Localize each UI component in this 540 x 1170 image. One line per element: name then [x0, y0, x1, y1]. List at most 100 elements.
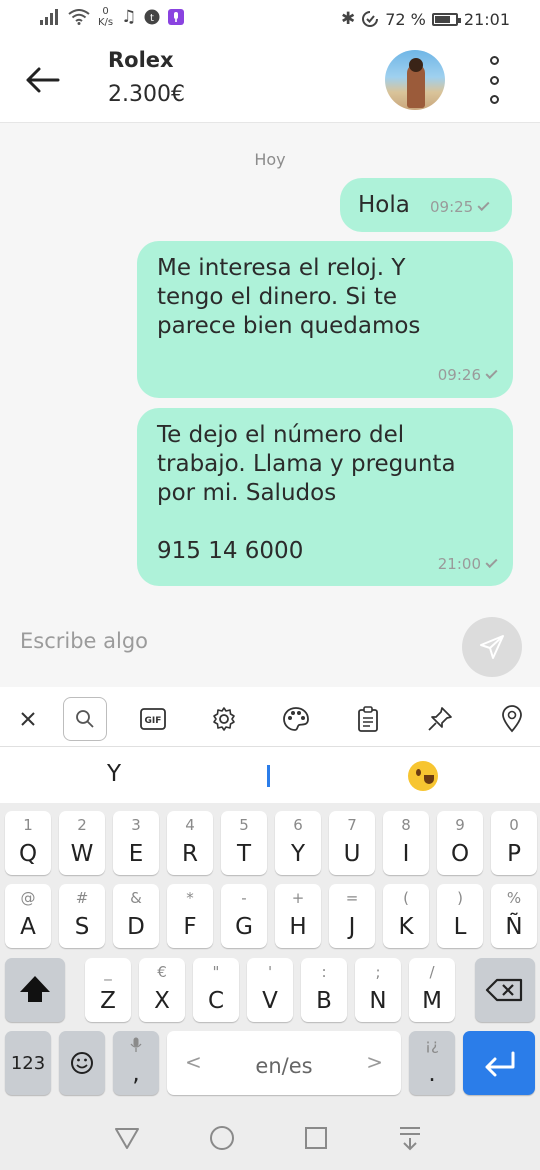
home-circle-icon[interactable] [209, 1125, 235, 1151]
key-secondary-label: ¡¿ [425, 1036, 439, 1054]
key-q[interactable]: 1Q [5, 811, 51, 875]
message-time: 21:00 [437, 555, 481, 573]
key-secondary-label: / [429, 963, 435, 981]
key-secondary-label: @ [20, 889, 36, 907]
suggestion-word[interactable]: Y [107, 761, 121, 787]
key-secondary-label: : [321, 963, 327, 981]
keyboard-search-button[interactable] [63, 697, 107, 741]
shift-key[interactable] [5, 958, 65, 1022]
gif-button[interactable]: GIF [131, 697, 175, 741]
key-b[interactable]: :B [301, 958, 347, 1022]
clipboard-button[interactable] [346, 697, 390, 741]
key-secondary-label: 3 [131, 816, 141, 834]
key-a[interactable]: @ A [5, 884, 51, 948]
microphone-icon [113, 1037, 159, 1057]
key-y[interactable]: 6Y [275, 811, 321, 875]
key-k[interactable]: (K [383, 884, 429, 948]
key-w[interactable]: 2W [59, 811, 105, 875]
key-label: B [316, 988, 332, 1014]
key-label: X [154, 988, 170, 1014]
back-button[interactable] [22, 60, 62, 100]
smiley-icon [71, 1052, 93, 1074]
send-button[interactable] [462, 617, 522, 677]
message-input[interactable] [20, 615, 440, 667]
key-m[interactable]: / M [409, 958, 455, 1022]
key-label: G [235, 914, 253, 940]
suggestion-bar: Y [0, 747, 540, 803]
key-secondary-label: 8 [401, 816, 411, 834]
message-text: Te dejo el número del trabajo. Llama y p… [157, 422, 456, 564]
key-e[interactable]: 3E [113, 811, 159, 875]
key-label: O [450, 841, 470, 867]
key-f[interactable]: * F [167, 884, 213, 948]
network-speed-unit: K/s [98, 17, 114, 28]
backspace-key[interactable] [475, 958, 535, 1022]
key-label: S [74, 914, 90, 940]
key-label: I [402, 841, 410, 867]
key-secondary-label: * [186, 889, 194, 907]
key-r[interactable]: 4R [167, 811, 213, 875]
key-ñ[interactable]: % Ñ [491, 884, 537, 948]
enter-key[interactable] [463, 1031, 535, 1095]
more-options-icon[interactable] [482, 56, 506, 104]
shift-icon [20, 976, 50, 1002]
key-i[interactable]: 8I [383, 811, 429, 875]
message-meta: 21:00 [437, 555, 498, 573]
key-label: D [127, 914, 145, 940]
recents-square-icon[interactable] [304, 1125, 328, 1151]
key-l[interactable]: ) L [437, 884, 483, 948]
key-d[interactable]: & D [113, 884, 159, 948]
location-button[interactable] [490, 697, 534, 741]
key-secondary-label: 5 [239, 816, 249, 834]
key-s[interactable]: # S [59, 884, 105, 948]
key-g[interactable]: -G [221, 884, 267, 948]
wifi-icon [68, 9, 90, 25]
key-label: , [132, 1061, 140, 1087]
key-v[interactable]: ' V [247, 958, 293, 1022]
key-secondary-label: ' [267, 963, 273, 981]
numbers-key[interactable]: 123 [5, 1031, 51, 1095]
close-keyboard-button[interactable] [6, 697, 50, 741]
message-bubble[interactable]: Hola 09:25 [340, 178, 512, 232]
key-label: U [343, 841, 361, 867]
key-t[interactable]: 5T [221, 811, 267, 875]
key-secondary-label: 6 [293, 816, 303, 834]
space-key[interactable]: en/es < > [167, 1031, 401, 1095]
period-key[interactable]: ¡¿. [409, 1031, 455, 1095]
settings-button[interactable] [202, 697, 246, 741]
key-label: N [369, 988, 387, 1014]
pin-button[interactable] [418, 697, 462, 741]
avatar[interactable] [385, 50, 445, 110]
svg-text:t: t [150, 13, 154, 24]
comma-key[interactable]: , [113, 1031, 159, 1095]
message-bubble[interactable]: Te dejo el número del trabajo. Llama y p… [137, 408, 513, 586]
key-o[interactable]: 9O [437, 811, 483, 875]
theme-button[interactable] [274, 697, 318, 741]
search-icon [76, 710, 94, 728]
back-triangle-icon[interactable] [114, 1125, 140, 1151]
key-z[interactable]: _ Z [85, 958, 131, 1022]
network-speed-value: 0 [102, 6, 109, 17]
key-c[interactable]: " C [193, 958, 239, 1022]
key-label: T [236, 841, 252, 867]
key-secondary-label: € [157, 963, 167, 981]
palette-icon [283, 707, 309, 731]
key-u[interactable]: 7U [329, 811, 375, 875]
key-label: P [507, 841, 521, 867]
key-x[interactable]: € X [139, 958, 185, 1022]
key-p[interactable]: 0P [491, 811, 537, 875]
key-j[interactable]: = J [329, 884, 375, 948]
signal-icon [40, 9, 58, 25]
key-h[interactable]: + H [275, 884, 321, 948]
key-label: K [398, 914, 414, 940]
emoji-suggestion-icon[interactable] [408, 761, 438, 791]
key-n[interactable]: ; N [355, 958, 401, 1022]
emoji-key[interactable] [59, 1031, 105, 1095]
message-bubble[interactable]: Me interesa el reloj. Y tengo el dinero.… [137, 241, 513, 398]
enter-icon [485, 1051, 515, 1077]
hide-keyboard-icon[interactable] [398, 1125, 422, 1151]
clock: 21:01 [463, 9, 510, 29]
key-secondary-label: 1 [23, 816, 33, 834]
location-icon [502, 705, 522, 733]
check-icon [485, 366, 498, 380]
